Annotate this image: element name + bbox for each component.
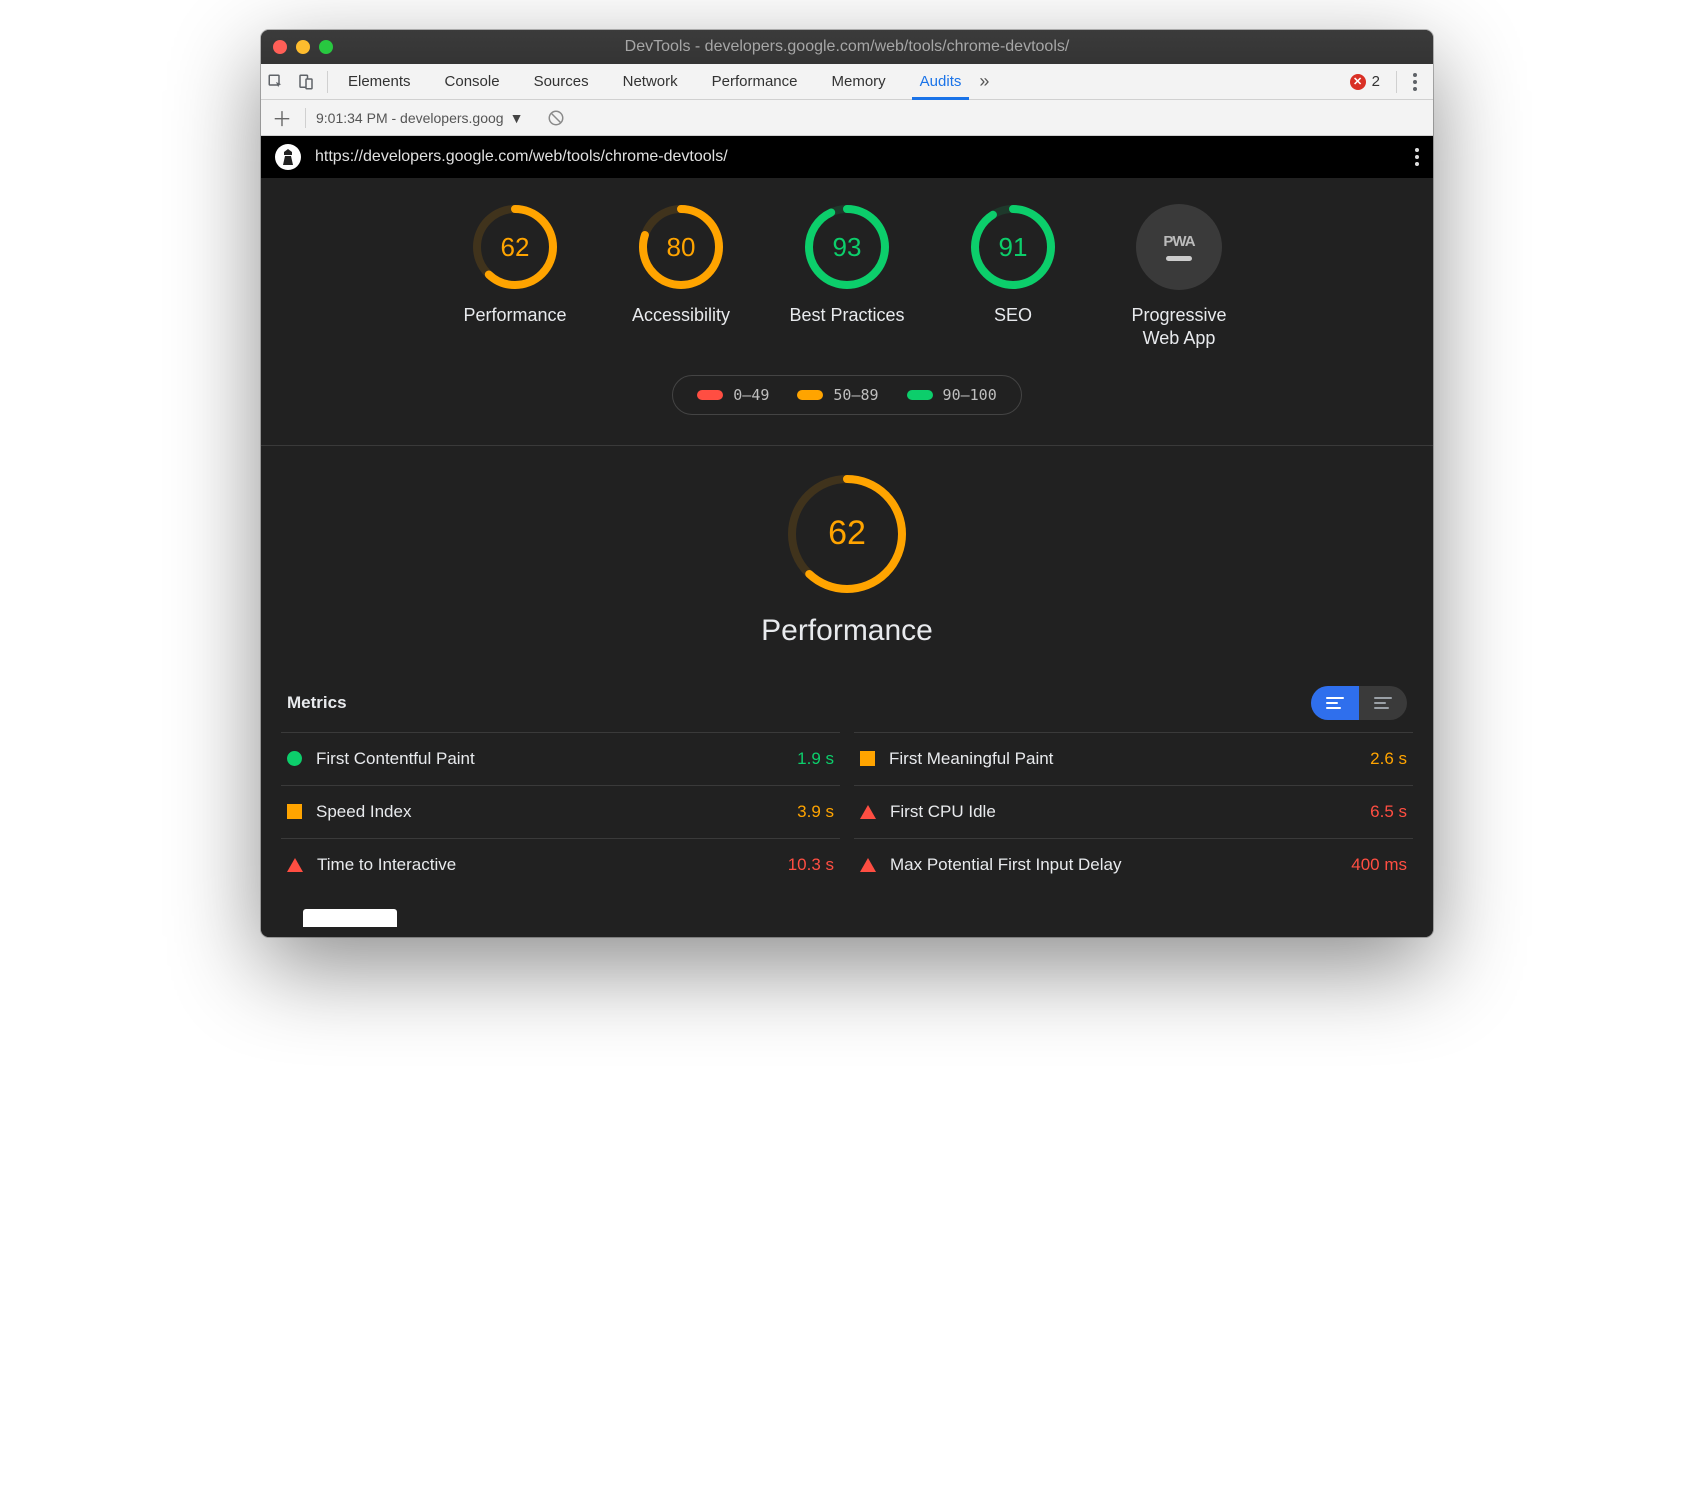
scale-fail: 0–49 [697,386,769,404]
gauge-seo[interactable]: 91 SEO [945,204,1081,327]
audited-url: https://developers.google.com/web/tools/… [315,148,728,166]
lighthouse-report: 62 Performance 80 Accessibility 93 Best … [261,178,1433,937]
metric-first-meaningful-paint[interactable]: First Meaningful Paint 2.6 s [854,732,1413,785]
status-icon [287,804,302,819]
window-title: DevTools - developers.google.com/web/too… [261,38,1433,56]
performance-section: 62 Performance Metrics First Contentful … [261,446,1433,937]
tab-memory[interactable]: Memory [824,64,894,99]
status-icon [860,751,875,766]
gauge-best-practices[interactable]: 93 Best Practices [779,204,915,327]
device-toggle-icon[interactable] [291,73,321,91]
scale-pass: 90–100 [907,386,997,404]
devtools-menu-icon[interactable] [1403,73,1427,91]
tab-sources[interactable]: Sources [526,64,597,99]
metrics-view-toggle [1311,686,1407,720]
hidden-content-peek [303,909,397,927]
chevron-down-icon: ▼ [510,110,524,126]
view-expanded-button[interactable] [1359,686,1407,720]
error-count: 2 [1372,73,1380,90]
metric-first-cpu-idle[interactable]: First CPU Idle 6.5 s [854,785,1413,838]
error-counter[interactable]: ✕ 2 [1350,73,1380,90]
error-icon: ✕ [1350,74,1366,90]
audit-run-label: 9:01:34 PM - developers.goog [316,110,504,126]
minimize-icon[interactable] [296,40,310,54]
tab-network[interactable]: Network [615,64,686,99]
status-icon [287,858,303,872]
status-icon [860,805,876,819]
devtools-tabbar: Elements Console Sources Network Performance… [261,64,1433,100]
status-icon [287,751,302,766]
titlebar: DevTools - developers.google.com/web/too… [261,30,1433,64]
tab-elements[interactable]: Elements [340,64,419,99]
close-icon[interactable] [273,40,287,54]
new-audit-button[interactable]: ＋ [269,103,295,132]
metric-speed-index[interactable]: Speed Index 3.9 s [281,785,840,838]
traffic-lights [273,40,333,54]
gauge-performance[interactable]: 62 Performance [447,204,583,327]
lighthouse-header: https://developers.google.com/web/tools/… [261,136,1433,178]
clear-audits-icon[interactable] [547,109,565,127]
zoom-icon[interactable] [319,40,333,54]
audit-run-selector[interactable]: 9:01:34 PM - developers.goog ▼ [316,110,523,126]
tab-performance[interactable]: Performance [704,64,806,99]
scale-average: 50–89 [797,386,878,404]
tabs-overflow-icon[interactable]: » [969,71,999,92]
tab-console[interactable]: Console [437,64,508,99]
devtools-window: DevTools - developers.google.com/web/too… [261,30,1433,937]
gauge-accessibility[interactable]: 80 Accessibility [613,204,749,327]
lighthouse-menu-icon[interactable] [1415,148,1419,166]
view-compact-button[interactable] [1311,686,1359,720]
metric-first-contentful-paint[interactable]: First Contentful Paint 1.9 s [281,732,840,785]
status-icon [860,858,876,872]
score-summary: 62 Performance 80 Accessibility 93 Best … [261,178,1433,446]
score-scale-legend: 0–49 50–89 90–100 [672,375,1021,415]
metrics-heading: Metrics [287,693,347,713]
inspect-icon[interactable] [261,73,291,91]
metric-max-potential-first-input-delay[interactable]: Max Potential First Input Delay 400 ms [854,838,1413,891]
audits-runbar: ＋ 9:01:34 PM - developers.goog ▼ [261,100,1433,136]
metric-time-to-interactive[interactable]: Time to Interactive 10.3 s [281,838,840,891]
tab-audits[interactable]: Audits [912,64,970,99]
lighthouse-icon [275,144,301,170]
gauge-pwa[interactable]: PWA Progressive Web App [1111,204,1247,351]
performance-title: Performance [761,614,933,648]
